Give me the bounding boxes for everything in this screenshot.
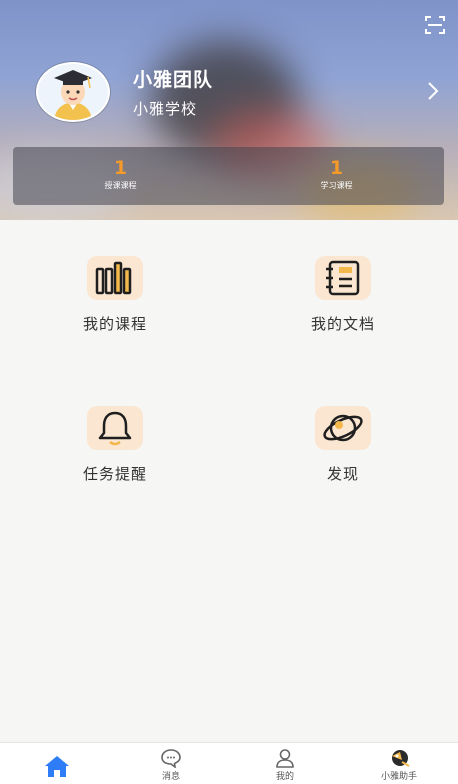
profile-header: 小雅团队 小雅学校 1 授课课程 1 学习课程 — [0, 0, 458, 220]
tab-mine[interactable]: 我的 — [228, 743, 342, 784]
stat-value: 1 — [329, 157, 344, 179]
bell-icon — [87, 406, 143, 450]
feature-grid: 我的课程 我的文档 任务提醒 发现 — [0, 220, 458, 740]
avatar[interactable] — [36, 62, 110, 122]
team-name: 小雅团队 — [133, 69, 214, 91]
tab-messages[interactable]: 消息 — [114, 743, 228, 784]
tile-label: 发现 — [326, 465, 359, 483]
assistant-bird-icon — [392, 750, 410, 767]
tile-label: 我的文档 — [310, 315, 375, 333]
my-courses-tile[interactable]: 我的课程 — [25, 256, 205, 334]
avatar-graduate-icon — [54, 70, 92, 120]
chat-icon — [161, 749, 181, 768]
planet-icon — [315, 406, 371, 450]
discover-tile[interactable]: 发现 — [253, 406, 433, 484]
stat-learning-courses[interactable]: 1 学习课程 — [229, 147, 444, 205]
tab-label: 小雅助手 — [380, 772, 417, 782]
tab-home[interactable] — [0, 743, 114, 784]
tab-label: 我的 — [275, 772, 294, 782]
tile-label: 任务提醒 — [82, 465, 147, 483]
scan-icon[interactable] — [424, 14, 446, 36]
books-icon — [87, 256, 143, 300]
home-icon — [45, 756, 69, 777]
stat-label: 学习课程 — [320, 181, 353, 190]
task-reminder-tile[interactable]: 任务提醒 — [25, 406, 205, 484]
tile-label: 我的课程 — [82, 315, 147, 333]
school-name: 小雅学校 — [133, 100, 198, 118]
document-icon — [315, 256, 371, 300]
tab-label: 消息 — [161, 772, 180, 782]
user-icon — [276, 749, 294, 768]
stat-teaching-courses[interactable]: 1 授课课程 — [13, 147, 228, 205]
stat-label: 授课课程 — [104, 181, 137, 190]
tab-assistant[interactable]: 小雅助手 — [342, 743, 456, 784]
chevron-right-icon[interactable] — [426, 80, 440, 102]
bottom-tab-bar: 消息 我的 小雅助手 — [0, 742, 458, 784]
stats-panel: 1 授课课程 1 学习课程 — [13, 147, 444, 205]
my-documents-tile[interactable]: 我的文档 — [253, 256, 433, 334]
stat-value: 1 — [113, 157, 128, 179]
